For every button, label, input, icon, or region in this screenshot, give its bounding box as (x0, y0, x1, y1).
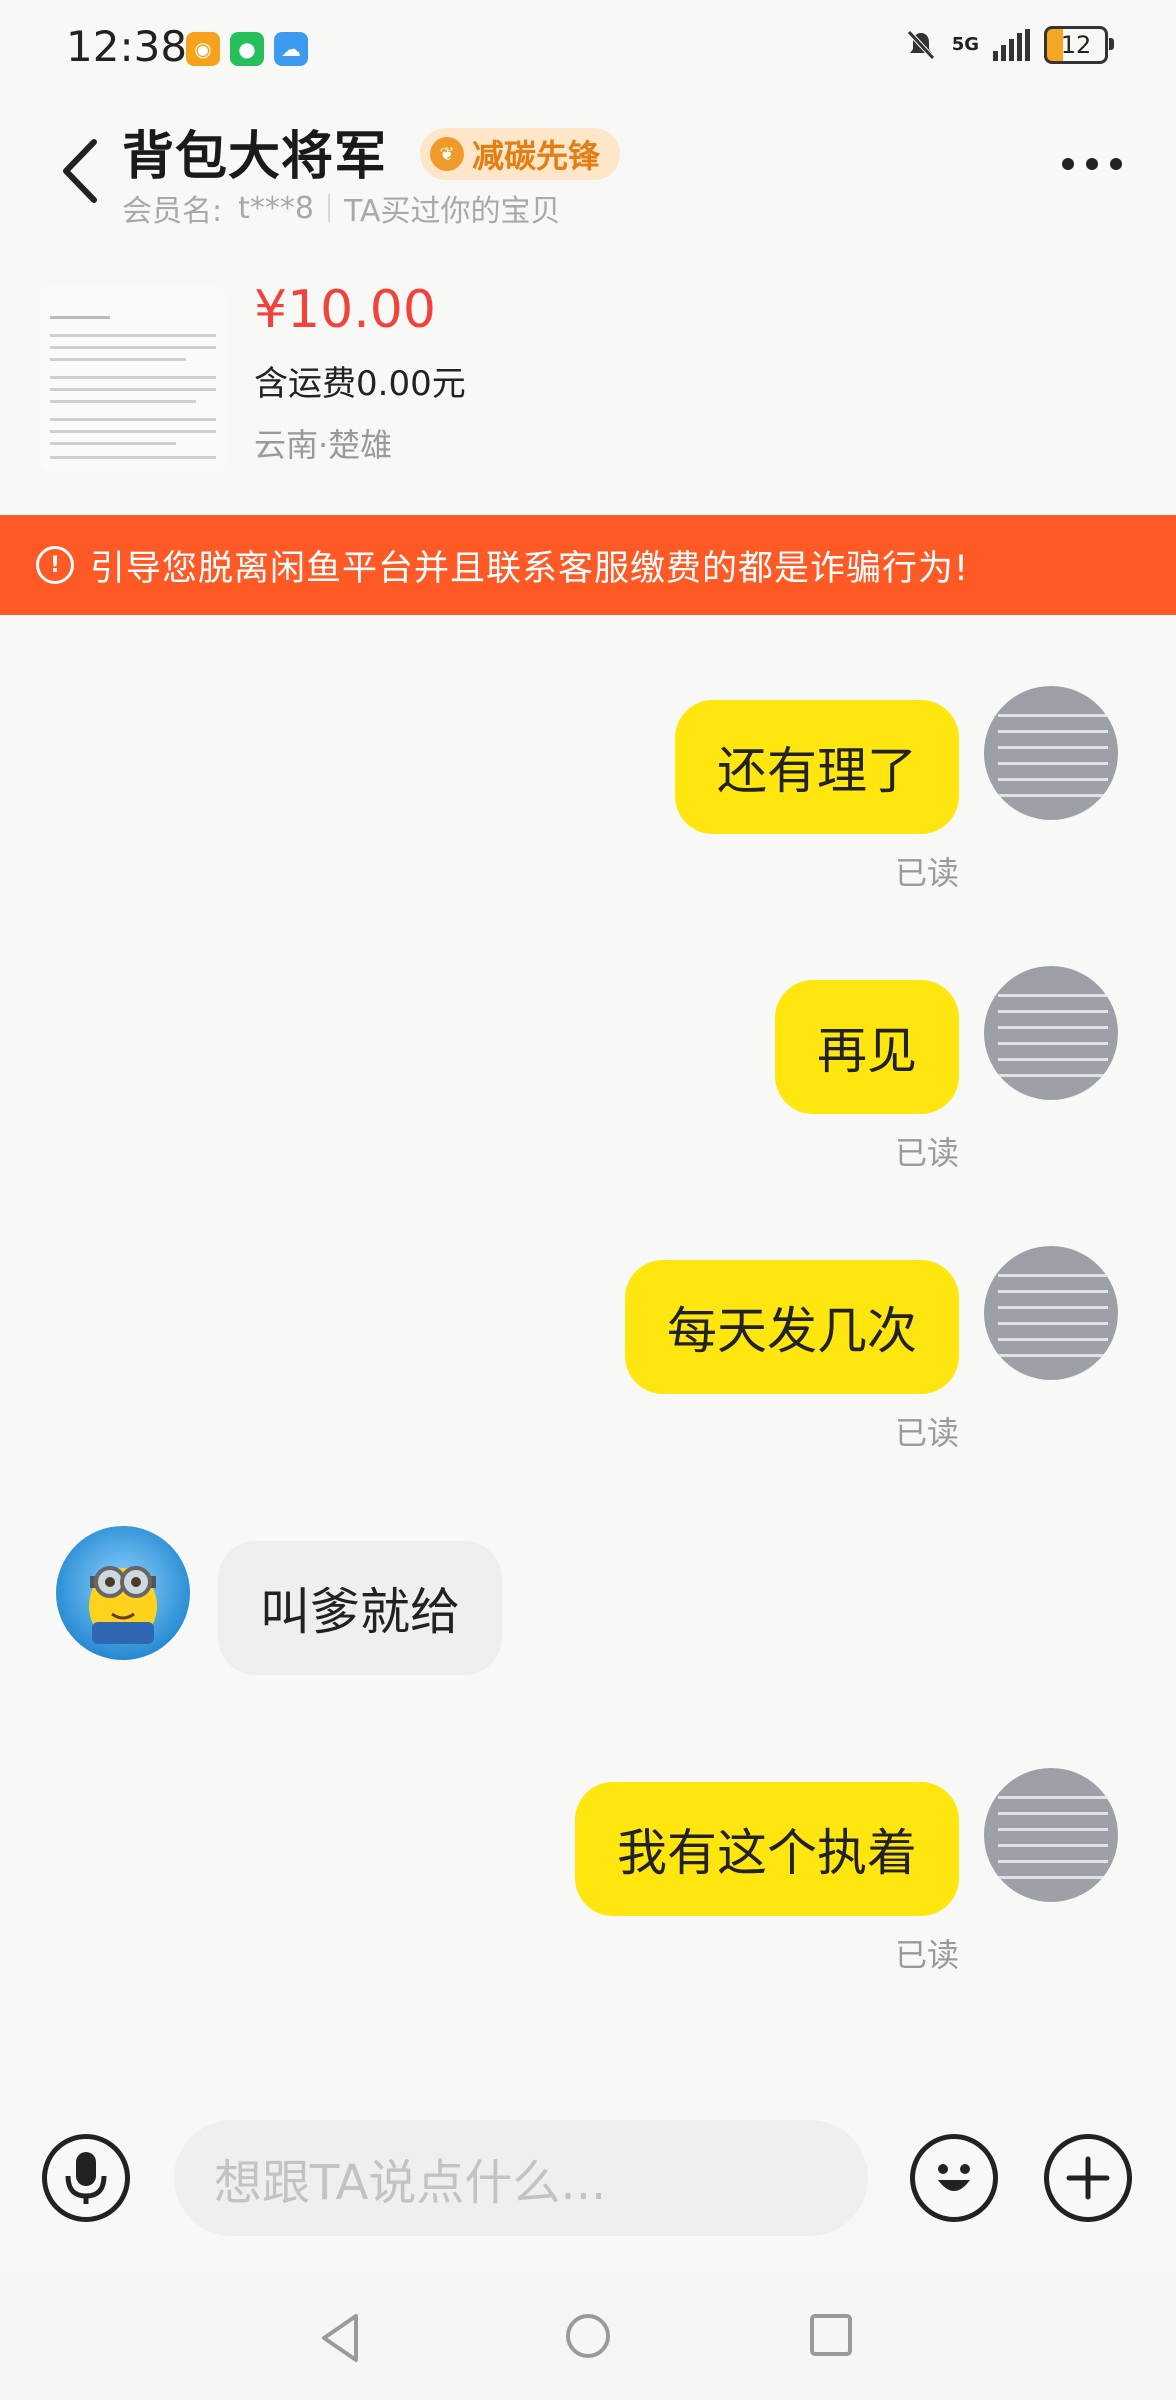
weibo-icon: ◉ (186, 32, 220, 66)
read-status: 已读 (894, 1936, 959, 1974)
weather-icon: ☁ (274, 32, 308, 66)
badge-label: 减碳先锋 (472, 137, 601, 175)
my-avatar[interactable] (984, 1768, 1118, 1902)
message-input[interactable]: 想跟TA说点什么... (174, 2120, 868, 2236)
message-bubble-outgoing[interactable]: 再见 (775, 980, 959, 1114)
leaf-icon: ❦ (430, 137, 464, 171)
status-app-icons: ◉ ● ☁ (186, 32, 308, 66)
read-status: 已读 (894, 1414, 959, 1452)
nav-recents-icon[interactable] (808, 2312, 854, 2358)
warning-icon: ! (36, 546, 74, 584)
message-bubble-incoming[interactable]: 叫爹就给 (218, 1541, 502, 1675)
smiley-icon (938, 2164, 970, 2191)
back-arrow-icon[interactable] (58, 136, 102, 206)
seller-name[interactable]: 背包大将军 (122, 114, 387, 189)
fraud-warning-banner: ! 引导您脱离闲鱼平台并且联系客服缴费的都是诈骗行为! (0, 515, 1176, 615)
plus-icon (1066, 2156, 1110, 2200)
seller-avatar[interactable] (56, 1526, 190, 1660)
network-type: 5G (951, 34, 979, 55)
wechat-icon: ● (230, 32, 264, 66)
member-info: 会员名: t***8 TA买过你的宝贝 (122, 186, 561, 230)
message-bubble-outgoing[interactable]: 我有这个执着 (575, 1782, 959, 1916)
divider (327, 194, 330, 222)
minion-icon (89, 1566, 157, 1644)
my-avatar[interactable] (984, 966, 1118, 1100)
product-thumbnail[interactable] (40, 286, 226, 472)
add-button[interactable] (1044, 2134, 1132, 2222)
system-nav-bar (0, 2272, 1176, 2400)
nav-home-icon[interactable] (564, 2312, 612, 2360)
emoji-button[interactable] (910, 2134, 998, 2222)
battery-icon: 12 (1044, 26, 1114, 64)
voice-button[interactable] (42, 2134, 130, 2222)
more-options-icon[interactable] (1062, 158, 1122, 170)
my-avatar[interactable] (984, 686, 1118, 820)
member-label: 会员名: (122, 194, 223, 229)
status-time: 12:38 (66, 22, 188, 71)
carbon-badge[interactable]: ❦ 减碳先锋 (420, 128, 621, 180)
nav-back-icon[interactable] (316, 2312, 364, 2364)
message-bubble-outgoing[interactable]: 还有理了 (675, 700, 959, 834)
message-bubble-outgoing[interactable]: 每天发几次 (625, 1260, 959, 1394)
purchase-note: TA买过你的宝贝 (343, 194, 561, 229)
warning-text: 引导您脱离闲鱼平台并且联系客服缴费的都是诈骗行为! (90, 548, 970, 589)
shipping-fee: 含运费0.00元 (254, 364, 466, 404)
status-indicators: 5G 12 (904, 26, 1114, 64)
my-avatar[interactable] (984, 1246, 1118, 1380)
product-price: ¥10.00 (254, 280, 436, 340)
member-id: t***8 (238, 190, 314, 226)
mute-bell-icon (906, 30, 935, 60)
signal-icon (993, 29, 1030, 61)
read-status: 已读 (894, 1134, 959, 1172)
product-location: 云南·楚雄 (254, 426, 393, 464)
read-status: 已读 (894, 854, 959, 892)
microphone-icon (65, 2152, 107, 2204)
